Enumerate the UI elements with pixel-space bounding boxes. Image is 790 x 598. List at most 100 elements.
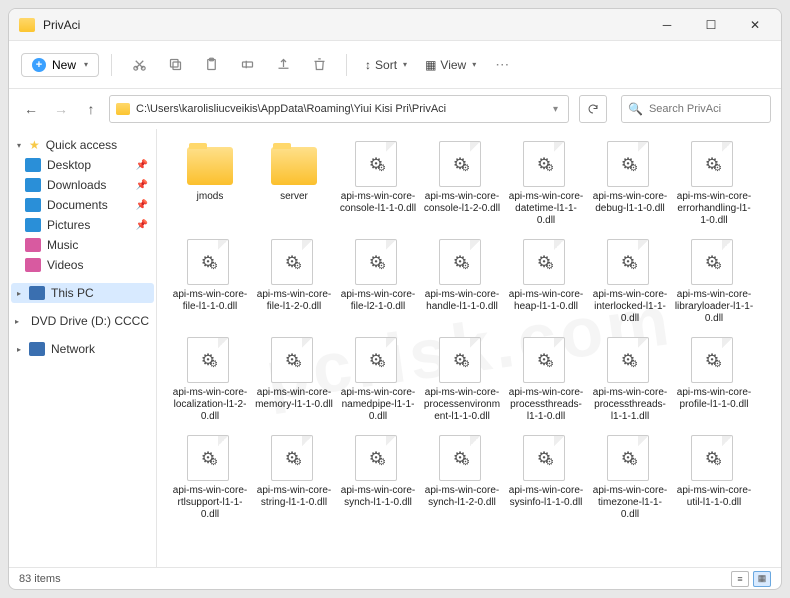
view-icon: ▦ <box>425 58 436 72</box>
file-item[interactable]: ⚙⚙api-ms-win-core-string-l1-1-0.dll <box>253 431 335 525</box>
file-item[interactable]: ⚙⚙api-ms-win-core-datetime-l1-1-0.dll <box>505 137 587 231</box>
file-item[interactable]: ⚙⚙api-ms-win-core-console-l1-2-0.dll <box>421 137 503 231</box>
file-name-label: api-ms-win-core-namedpipe-l1-1-0.dll <box>338 387 418 423</box>
file-item[interactable]: ⚙⚙api-ms-win-core-errorhandling-l1-1-0.d… <box>673 137 755 231</box>
file-name-label: api-ms-win-core-profile-l1-1-0.dll <box>674 387 754 411</box>
dll-file-icon: ⚙⚙ <box>187 337 229 383</box>
file-item[interactable]: ⚙⚙api-ms-win-core-interlocked-l1-1-0.dll <box>589 235 671 329</box>
file-item[interactable]: ⚙⚙ api-ms-win-core-namedpipe-l1-1-0.dll <box>337 333 419 427</box>
file-name-label: api-ms-win-core-file-l2-1-0.dll <box>338 289 418 313</box>
pin-icon: 📌 <box>136 200 148 211</box>
sidebar-item-desktop[interactable]: Desktop📌 <box>11 155 154 175</box>
dll-file-icon: ⚙⚙ <box>439 435 481 481</box>
file-item[interactable]: ⚙⚙api-ms-win-core-file-l1-2-0.dll <box>253 235 335 329</box>
file-item[interactable]: ⚙⚙api-ms-win-core-heap-l1-1-0.dll <box>505 235 587 329</box>
file-item[interactable]: ⚙⚙api-ms-win-core-profile-l1-1-0.dll <box>673 333 755 427</box>
dll-file-icon: ⚙⚙ <box>523 435 565 481</box>
sidebar-item-videos[interactable]: Videos <box>11 255 154 275</box>
sidebar-item-quick-access[interactable]: ▾★Quick access <box>11 135 154 155</box>
file-name-label: api-ms-win-core-debug-l1-1-0.dll <box>590 191 670 215</box>
pin-icon: 📌 <box>136 180 148 191</box>
dll-file-icon: ⚙⚙ <box>355 337 397 383</box>
file-name-label: api-ms-win-core-processthreads-l1-1-1.dl… <box>590 387 670 423</box>
minimize-button[interactable]: ─ <box>645 9 689 41</box>
navigation-row: ← → ↑ C:\Users\karolisliucveikis\AppData… <box>9 89 781 129</box>
sidebar-item-pictures[interactable]: Pictures📌 <box>11 215 154 235</box>
new-button-label: New <box>52 58 76 72</box>
documents-icon <box>25 198 41 212</box>
search-input[interactable] <box>649 103 764 115</box>
more-button[interactable]: ⋯ <box>488 50 518 80</box>
file-item[interactable]: ⚙⚙api-ms-win-core-processenvironment-l1-… <box>421 333 503 427</box>
file-item[interactable]: ⚙⚙api-ms-win-core-synch-l1-1-0.dll <box>337 431 419 525</box>
rename-button[interactable] <box>232 50 262 80</box>
file-item[interactable]: ⚙⚙ api-ms-win-core-sysinfo-l1-1-0.dll <box>505 431 587 525</box>
cut-button[interactable] <box>124 50 154 80</box>
sort-button[interactable]: ↕ Sort ▾ <box>359 54 413 76</box>
forward-button[interactable]: → <box>49 97 73 121</box>
file-item[interactable]: ⚙⚙ api-ms-win-core-debug-l1-1-0.dll <box>589 137 671 231</box>
desktop-icon <box>25 158 41 172</box>
view-button[interactable]: ▦ View ▾ <box>419 54 482 76</box>
file-name-label: api-ms-win-core-processthreads-l1-1-0.dl… <box>506 387 586 423</box>
file-name-label: jmods <box>197 191 224 203</box>
file-item[interactable]: ⚙⚙api-ms-win-core-timezone-l1-1-0.dll <box>589 431 671 525</box>
sidebar-item-network[interactable]: ▸Network <box>11 339 154 359</box>
file-name-label: api-ms-win-core-synch-l1-2-0.dll <box>422 485 502 509</box>
dll-file-icon: ⚙⚙ <box>523 337 565 383</box>
pictures-icon <box>25 218 41 232</box>
new-button[interactable]: + New ▾ <box>21 53 99 77</box>
folder-icon <box>271 147 317 185</box>
file-item[interactable]: ⚙⚙api-ms-win-core-processthreads-l1-1-1.… <box>589 333 671 427</box>
file-item[interactable]: ⚙⚙api-ms-win-core-memory-l1-1-0.dll <box>253 333 335 427</box>
file-item[interactable]: ⚙⚙api-ms-win-core-file-l1-1-0.dll <box>169 235 251 329</box>
address-bar[interactable]: C:\Users\karolisliucveikis\AppData\Roami… <box>109 95 569 123</box>
folder-item[interactable]: jmods <box>169 137 251 231</box>
file-item[interactable]: ⚙⚙api-ms-win-core-console-l1-1-0.dll <box>337 137 419 231</box>
sidebar-item-downloads[interactable]: Downloads📌 <box>11 175 154 195</box>
file-name-label: api-ms-win-core-datetime-l1-1-0.dll <box>506 191 586 227</box>
address-dropdown[interactable]: ▾ <box>549 104 562 115</box>
file-item[interactable]: ⚙⚙api-ms-win-core-file-l2-1-0.dll <box>337 235 419 329</box>
file-list[interactable]: pcrisk.com jmodsserver⚙⚙api-ms-win-core-… <box>157 129 781 567</box>
icons-view-button[interactable]: ▦ <box>753 571 771 587</box>
dll-file-icon: ⚙⚙ <box>271 435 313 481</box>
folder-item[interactable]: server <box>253 137 335 231</box>
search-box[interactable]: 🔍 <box>621 95 771 123</box>
paste-button[interactable] <box>196 50 226 80</box>
plus-icon: + <box>32 58 46 72</box>
file-name-label: api-ms-win-core-util-l1-1-0.dll <box>674 485 754 509</box>
sidebar-item-music[interactable]: Music <box>11 235 154 255</box>
folder-icon <box>116 103 130 115</box>
close-button[interactable]: ✕ <box>733 9 777 41</box>
file-item[interactable]: ⚙⚙ api-ms-win-core-processthreads-l1-1-0.… <box>505 333 587 427</box>
refresh-button[interactable] <box>579 95 607 123</box>
file-item[interactable]: ⚙⚙api-ms-win-core-libraryloader-l1-1-0.d… <box>673 235 755 329</box>
file-name-label: api-ms-win-core-sysinfo-l1-1-0.dll <box>506 485 586 509</box>
file-item[interactable]: ⚙⚙api-ms-win-core-localization-l1-2-0.dl… <box>169 333 251 427</box>
music-icon <box>25 238 41 252</box>
chevron-down-icon: ▾ <box>403 60 407 69</box>
file-item[interactable]: ⚙⚙api-ms-win-core-rtlsupport-l1-1-0.dll <box>169 431 251 525</box>
copy-button[interactable] <box>160 50 190 80</box>
up-button[interactable]: ↑ <box>79 97 103 121</box>
file-item[interactable]: ⚙⚙api-ms-win-core-handle-l1-1-0.dll <box>421 235 503 329</box>
back-button[interactable]: ← <box>19 97 43 121</box>
dll-file-icon: ⚙⚙ <box>607 141 649 187</box>
maximize-button[interactable]: ☐ <box>689 9 733 41</box>
chevron-down-icon: ▾ <box>84 60 88 69</box>
dll-file-icon: ⚙⚙ <box>523 239 565 285</box>
file-item[interactable]: ⚙⚙ api-ms-win-core-synch-l1-2-0.dll <box>421 431 503 525</box>
share-button[interactable] <box>268 50 298 80</box>
file-name-label: api-ms-win-core-console-l1-1-0.dll <box>338 191 418 215</box>
delete-button[interactable] <box>304 50 334 80</box>
sidebar-item-dvd[interactable]: ▸DVD Drive (D:) CCCC <box>11 311 154 331</box>
folder-icon <box>187 147 233 185</box>
sidebar-item-this-pc[interactable]: ▸This PC <box>11 283 154 303</box>
details-view-button[interactable]: ≡ <box>731 571 749 587</box>
title-bar[interactable]: PrivAci ─ ☐ ✕ <box>9 9 781 41</box>
navigation-pane[interactable]: ▾★Quick access Desktop📌 Downloads📌 Docum… <box>9 129 157 567</box>
file-item[interactable]: ⚙⚙api-ms-win-core-util-l1-1-0.dll <box>673 431 755 525</box>
file-name-label: api-ms-win-core-synch-l1-1-0.dll <box>338 485 418 509</box>
sidebar-item-documents[interactable]: Documents📌 <box>11 195 154 215</box>
